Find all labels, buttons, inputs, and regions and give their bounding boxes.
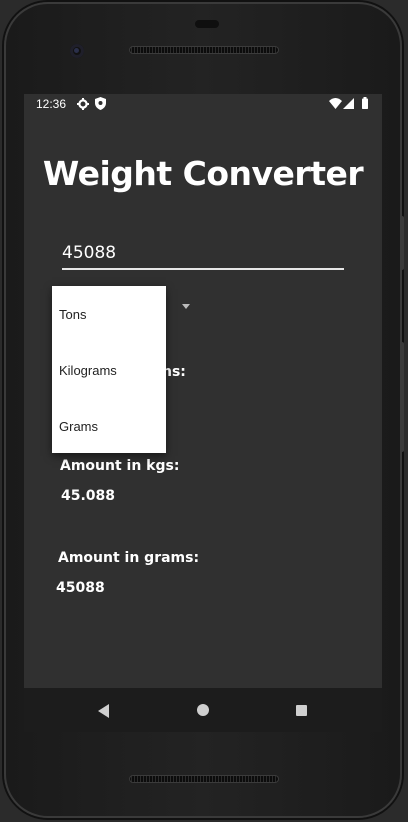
signal-icon — [343, 98, 354, 109]
unit-dropdown-menu[interactable]: Tons Kilograms Grams — [52, 286, 166, 453]
app-screen: 12:36 Weight Converter ns: Amount in kgs… — [24, 94, 382, 688]
shield-icon — [95, 97, 106, 110]
navigation-bar — [24, 688, 382, 732]
dropdown-option-tons[interactable]: Tons — [59, 307, 86, 322]
bottom-speaker — [129, 775, 279, 783]
kgs-value: 45.088 — [61, 488, 116, 504]
power-button — [400, 216, 404, 270]
weight-input-container[interactable] — [62, 240, 344, 270]
front-camera-icon — [70, 44, 84, 58]
earpiece-speaker — [129, 46, 279, 54]
recents-icon[interactable] — [296, 705, 307, 716]
status-time: 12:36 — [36, 97, 67, 111]
chevron-down-icon[interactable] — [182, 304, 190, 309]
page-title: Weight Converter — [42, 154, 364, 193]
status-bar: 12:36 — [24, 94, 382, 114]
battery-icon — [362, 97, 368, 109]
volume-button — [400, 342, 404, 452]
proximity-sensor — [195, 20, 219, 28]
wifi-icon — [329, 98, 342, 109]
gear-icon — [77, 98, 89, 110]
home-icon[interactable] — [197, 704, 209, 716]
dropdown-option-grams[interactable]: Grams — [59, 419, 98, 434]
grams-label: Amount in grams: — [58, 550, 200, 566]
weight-input[interactable] — [62, 240, 332, 266]
kgs-label: Amount in kgs: — [60, 458, 180, 474]
grams-value: 45088 — [56, 580, 105, 596]
back-icon[interactable] — [98, 704, 109, 718]
dropdown-option-kilograms[interactable]: Kilograms — [59, 363, 117, 378]
